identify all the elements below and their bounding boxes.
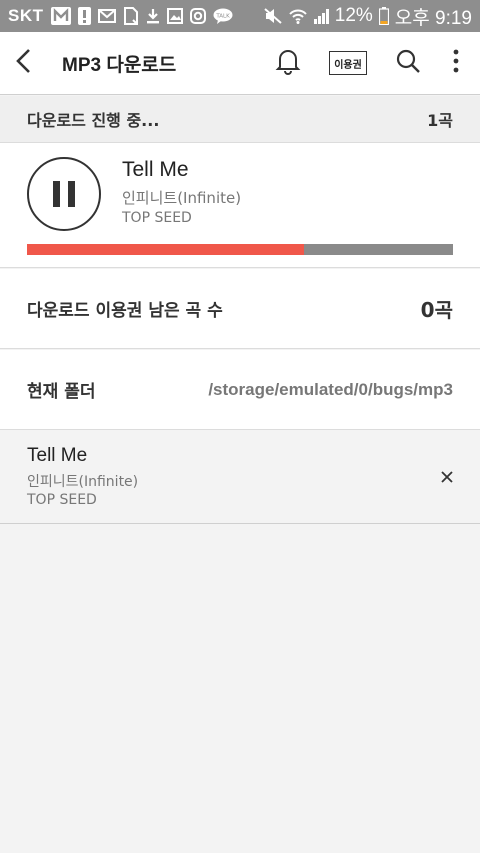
m-app-icon [50,7,71,25]
pass-label: 이용권 [329,51,367,75]
sim-icon [123,7,139,25]
download-icon [146,8,160,24]
pause-button[interactable] [27,157,101,231]
wifi-icon [289,8,307,24]
track-artist: 인피니트(Infinite) [122,189,242,207]
remaining-count-value: 0곡 [420,298,453,322]
current-folder-row[interactable]: 현재 폴더 /storage/emulated/0/bugs/mp3 [0,350,480,430]
more-vert-icon [452,48,460,78]
search-icon [395,48,421,78]
pause-icon-bar-left [53,181,60,207]
remaining-count-label: 다운로드 이용권 남은 곡 수 [27,301,223,321]
carrier-label: SKT [8,6,44,25]
more-button[interactable] [432,39,480,87]
battery-percent: 12% [334,5,373,26]
download-progress-bar [27,244,453,255]
current-download: Tell Me 인피니트(Infinite) TOP SEED [0,143,480,268]
status-bar: SKT TALK 12% 오후 9:19 [0,0,480,32]
back-button[interactable] [0,32,48,95]
track-album: TOP SEED [122,210,192,226]
queue-track-title: Tell Me [27,445,88,466]
image-icon [166,8,183,24]
notification-button[interactable] [264,39,312,87]
current-folder-path: /storage/emulated/0/bugs/mp3 [208,379,453,399]
download-progress-fill [27,244,304,255]
instagram-icon [189,8,206,24]
clock: 오후 9:19 [394,7,472,29]
pass-button[interactable]: 이용권 [324,39,372,87]
remaining-count-row: 다운로드 이용권 남은 곡 수 0곡 [0,269,480,349]
search-button[interactable] [384,39,432,87]
queue-track-artist: 인피니트(Infinite) [27,474,139,490]
queue-track-album: TOP SEED [27,492,97,508]
download-status-label: 다운로드 진행 중... [27,111,160,130]
alert-icon [77,7,91,25]
talk-icon: TALK [213,8,233,24]
current-folder-label: 현재 폴더 [27,382,96,402]
back-arrow-icon [14,48,34,78]
download-status-bar: 다운로드 진행 중... 1곡 [0,96,480,143]
close-icon [440,469,454,488]
mute-icon [263,7,283,25]
signal-icon [313,8,329,24]
battery-icon [378,7,389,25]
download-count: 1곡 [427,111,453,130]
remove-button[interactable] [430,463,464,493]
svg-text:TALK: TALK [215,14,230,20]
mail-icon [97,9,116,23]
track-title: Tell Me [122,158,189,181]
app-bar: MP3 다운로드 이용권 [0,32,480,95]
list-item: Tell Me 인피니트(Infinite) TOP SEED [0,431,480,524]
bell-icon [275,47,301,79]
pause-icon-bar-right [68,181,75,207]
page-title: MP3 다운로드 [62,54,177,76]
